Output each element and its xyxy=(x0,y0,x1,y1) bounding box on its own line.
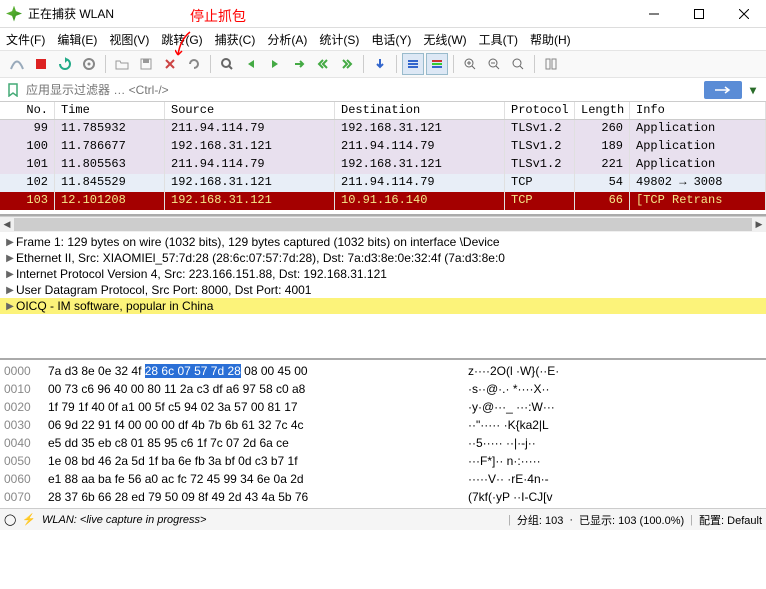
detail-ip[interactable]: ▶Internet Protocol Version 4, Src: 223.1… xyxy=(0,266,766,282)
stop-icon[interactable]: ◯ xyxy=(4,513,16,526)
detail-ethernet[interactable]: ▶Ethernet II, Src: XIAOMIEl_57:7d:28 (28… xyxy=(0,250,766,266)
apply-filter-button[interactable] xyxy=(704,81,742,99)
go-back-icon[interactable] xyxy=(240,53,262,75)
hex-row[interactable]: 0040e5 dd 35 eb c8 01 85 95 c6 1f 7c 07 … xyxy=(4,434,762,452)
menu-capture[interactable]: 捕获(C) xyxy=(215,31,256,48)
packet-details[interactable]: ▶Frame 1: 129 bytes on wire (1032 bits),… xyxy=(0,232,766,360)
close-file-icon[interactable] xyxy=(159,53,181,75)
status-displayed: 已显示: 103 (100.0%) xyxy=(579,512,684,528)
hex-row[interactable]: 00007a d3 8e 0e 32 4f 28 6c 07 57 7d 28 … xyxy=(4,362,762,380)
zoom-reset-icon[interactable] xyxy=(507,53,529,75)
hex-pane[interactable]: 00007a d3 8e 0e 32 4f 28 6c 07 57 7d 28 … xyxy=(0,360,766,508)
col-source[interactable]: Source xyxy=(165,102,335,119)
bookmark-icon[interactable] xyxy=(4,81,22,99)
colorize-icon[interactable] xyxy=(402,53,424,75)
packet-row[interactable]: 10211.845529192.168.31.121211.94.114.79T… xyxy=(0,174,766,192)
detail-frame[interactable]: ▶Frame 1: 129 bytes on wire (1032 bits),… xyxy=(0,234,766,250)
col-time[interactable]: Time xyxy=(55,102,165,119)
status-bar: ◯ ⚡ WLAN: <live capture in progress> | 分… xyxy=(0,508,766,530)
packet-list-header: No. Time Source Destination Protocol Len… xyxy=(0,102,766,120)
menu-tools[interactable]: 工具(T) xyxy=(479,31,518,48)
packet-list[interactable]: No. Time Source Destination Protocol Len… xyxy=(0,102,766,216)
detail-oicq[interactable]: ▶OICQ - IM software, popular in China xyxy=(0,298,766,314)
menu-stats[interactable]: 统计(S) xyxy=(319,31,359,48)
go-last-icon[interactable] xyxy=(336,53,358,75)
menu-view[interactable]: 视图(V) xyxy=(109,31,149,48)
window-title: 正在捕获 WLAN xyxy=(28,5,114,22)
save-file-icon[interactable] xyxy=(135,53,157,75)
app-icon xyxy=(6,6,22,22)
stop-capture-icon[interactable] xyxy=(30,53,52,75)
go-to-packet-icon[interactable] xyxy=(288,53,310,75)
find-packet-icon[interactable] xyxy=(216,53,238,75)
filter-bar: ▾ xyxy=(0,78,766,102)
expert-icon[interactable]: ⚡ xyxy=(22,513,36,526)
colorize-rules-icon[interactable] xyxy=(426,53,448,75)
zoom-out-icon[interactable] xyxy=(483,53,505,75)
detail-udp[interactable]: ▶User Datagram Protocol, Src Port: 8000,… xyxy=(0,282,766,298)
hex-row[interactable]: 003006 9d 22 91 f4 00 00 00 df 4b 7b 6b … xyxy=(4,416,762,434)
status-packets: 分组: 103 xyxy=(517,512,563,528)
menu-file[interactable]: 文件(F) xyxy=(6,31,45,48)
go-forward-icon[interactable] xyxy=(264,53,286,75)
menu-bar: 文件(F) 编辑(E) 视图(V) 跳转(G) 捕获(C) 分析(A) 统计(S… xyxy=(0,28,766,50)
menu-go[interactable]: 跳转(G) xyxy=(161,31,202,48)
close-button[interactable] xyxy=(721,0,766,28)
zoom-in-icon[interactable] xyxy=(459,53,481,75)
col-info[interactable]: Info xyxy=(630,102,766,119)
menu-help[interactable]: 帮助(H) xyxy=(530,31,571,48)
toolbar xyxy=(0,50,766,78)
col-no[interactable]: No. xyxy=(0,102,55,119)
status-profile[interactable]: 配置: Default xyxy=(699,512,762,528)
packet-row[interactable]: 10011.786677192.168.31.121211.94.114.79T… xyxy=(0,138,766,156)
menu-wireless[interactable]: 无线(W) xyxy=(423,31,466,48)
menu-telephony[interactable]: 电话(Y) xyxy=(371,31,411,48)
capture-options-icon[interactable] xyxy=(78,53,100,75)
hex-row[interactable]: 00201f 79 1f 40 0f a1 00 5f c5 94 02 3a … xyxy=(4,398,762,416)
open-file-icon[interactable] xyxy=(111,53,133,75)
hex-row[interactable]: 007028 37 6b 66 28 ed 79 50 09 8f 49 2d … xyxy=(4,488,762,506)
packet-row[interactable]: 10312.101208192.168.31.12110.91.16.140TC… xyxy=(0,192,766,210)
hex-row[interactable]: 00501e 08 bd 46 2a 5d 1f ba 6e fb 3a bf … xyxy=(4,452,762,470)
auto-scroll-icon[interactable] xyxy=(369,53,391,75)
start-capture-icon[interactable] xyxy=(6,53,28,75)
resize-columns-icon[interactable] xyxy=(540,53,562,75)
restart-capture-icon[interactable] xyxy=(54,53,76,75)
menu-edit[interactable]: 编辑(E) xyxy=(57,31,97,48)
col-destination[interactable]: Destination xyxy=(335,102,505,119)
packet-row[interactable]: 9911.785932211.94.114.79192.168.31.121TL… xyxy=(0,120,766,138)
packet-list-hscroll[interactable]: ◀▶ xyxy=(0,216,766,232)
add-filter-button[interactable]: ▾ xyxy=(744,81,762,99)
menu-analyze[interactable]: 分析(A) xyxy=(267,31,307,48)
title-bar: 正在捕获 WLAN xyxy=(0,0,766,28)
display-filter-input[interactable] xyxy=(22,81,704,99)
hex-row[interactable]: 001000 73 c6 96 40 00 80 11 2a c3 df a6 … xyxy=(4,380,762,398)
col-protocol[interactable]: Protocol xyxy=(505,102,575,119)
go-first-icon[interactable] xyxy=(312,53,334,75)
maximize-button[interactable] xyxy=(676,0,721,28)
status-interface: WLAN: <live capture in progress> xyxy=(42,514,206,526)
minimize-button[interactable] xyxy=(631,0,676,28)
hex-row[interactable]: 0060e1 88 aa ba fe 56 a0 ac fc 72 45 99 … xyxy=(4,470,762,488)
packet-row[interactable]: 10111.805563211.94.114.79192.168.31.121T… xyxy=(0,156,766,174)
reload-icon[interactable] xyxy=(183,53,205,75)
col-length[interactable]: Length xyxy=(575,102,630,119)
